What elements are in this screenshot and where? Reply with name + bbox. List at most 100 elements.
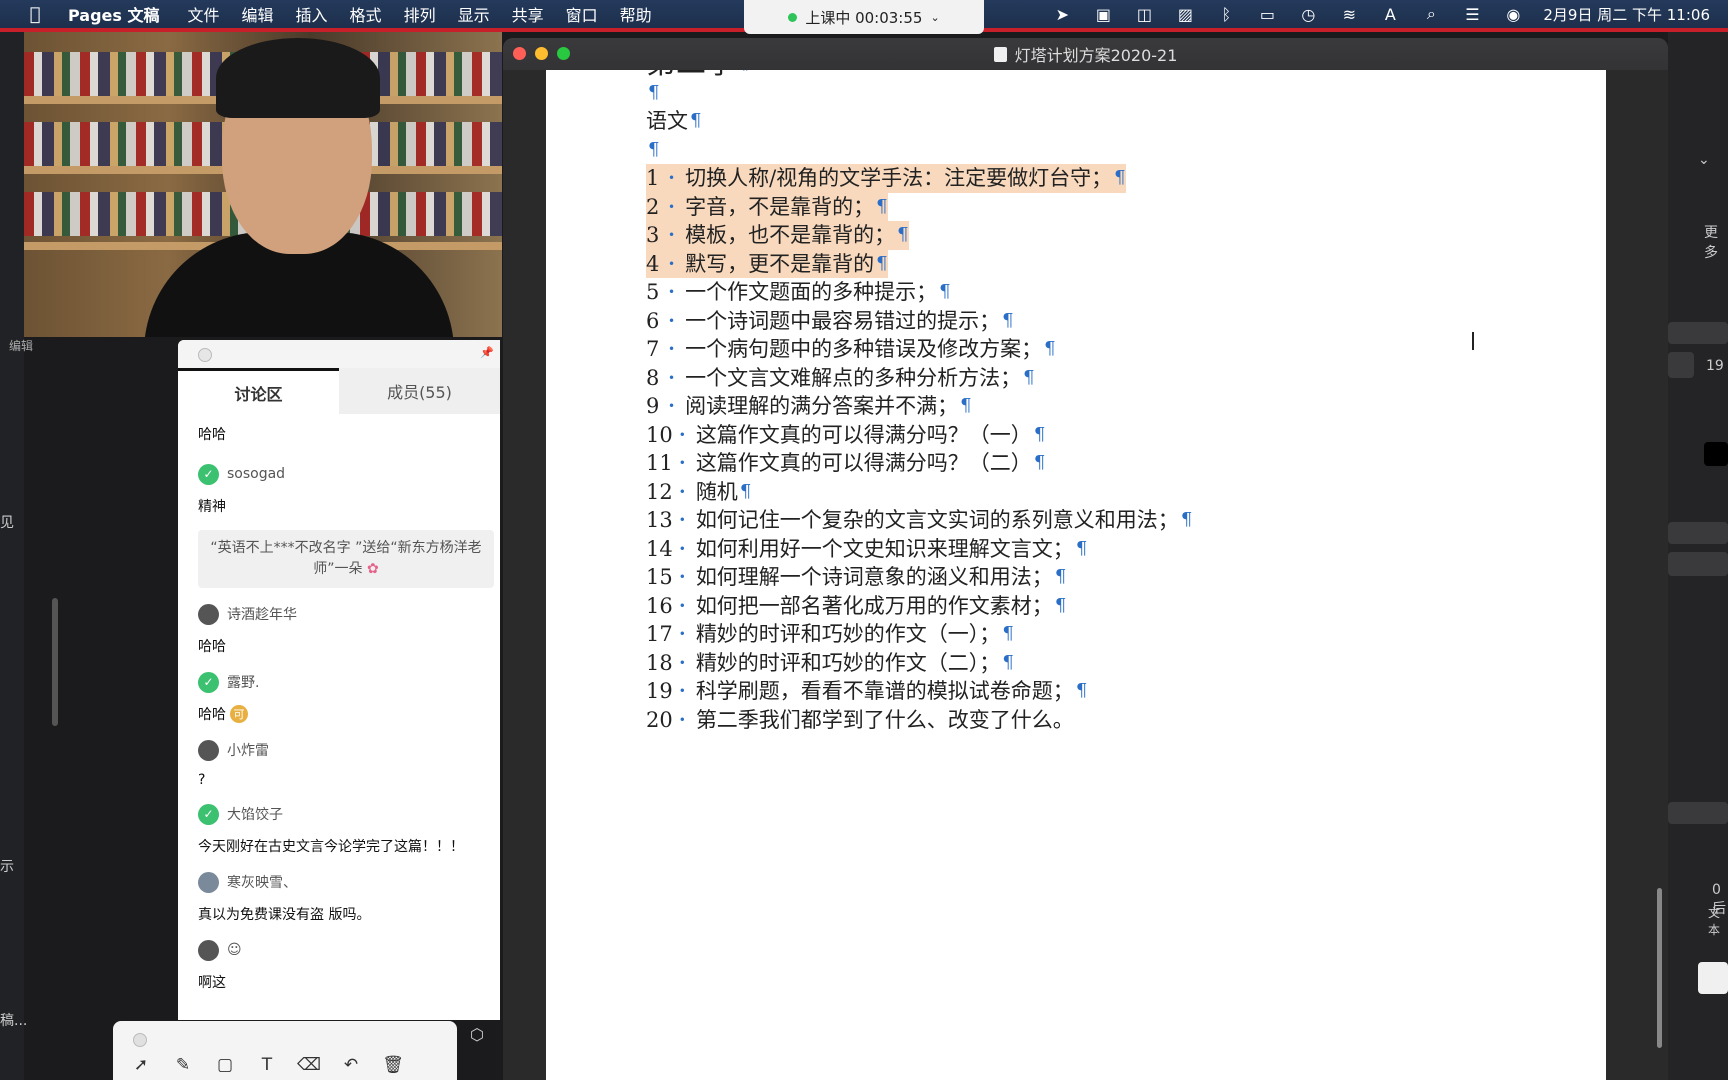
list-number: 2 (646, 194, 660, 219)
rectangle-icon[interactable]: ▢ (213, 1053, 237, 1077)
more-label[interactable]: 更多 (1704, 222, 1728, 262)
message-user: 诗酒趁年华 (227, 607, 297, 623)
siri-icon[interactable]: ◉ (1502, 5, 1524, 24)
menu-help[interactable]: 帮助 (620, 2, 652, 26)
menu-format[interactable]: 格式 (350, 2, 382, 26)
empty-paragraph[interactable]: ¶ (646, 136, 1192, 165)
chat-message: ✓ 大馅饺子 今天刚好在古史文言今论学完了这篇！！！ (198, 802, 500, 856)
list-bullet-icon: • (668, 199, 676, 214)
status-icons: ➤ ▣ ◫ ▨ ᛒ ▭ ◷ ≋ A ⌕ ☰ ◉ 2月9日 周二 下午 11:06 (1051, 0, 1710, 28)
list-item[interactable]: 7 • 一个病句题中的多种错误及修改方案； ¶ (646, 335, 1192, 364)
list-item[interactable]: 16 • 如何把一部名著化成万用的作文素材； ¶ (646, 592, 1192, 621)
message-text: 哈哈 (198, 427, 226, 443)
window-zoom-button[interactable] (557, 47, 570, 60)
wechat-avatar-icon: ✓ (198, 671, 219, 693)
undo-icon[interactable]: ↶ (339, 1053, 363, 1077)
list-number: 1 (646, 166, 660, 190)
mute-icon[interactable]: ▨ (1174, 5, 1196, 24)
pilcrow-icon: ¶ (1033, 452, 1046, 473)
select-arrow-icon[interactable]: ➚ (129, 1053, 153, 1077)
pilcrow-icon: ¶ (1054, 594, 1067, 616)
message-user: 小炸雷 (227, 743, 269, 759)
window-minimize-button[interactable] (535, 47, 548, 60)
list-item[interactable]: 18 • 精妙的时评和巧妙的作文（二）； ¶ (646, 649, 1192, 678)
empty-paragraph[interactable]: ¶ (646, 79, 1192, 108)
pen-icon[interactable]: ✎ (171, 1053, 195, 1077)
list-item[interactable]: 17 • 精妙的时评和巧妙的作文（一）； ¶ (646, 620, 1192, 649)
list-item-text: 精妙的时评和巧妙的作文（二）； (695, 650, 1001, 675)
notification-icon[interactable]: ▣ (1092, 5, 1114, 24)
list-number: 17 (646, 622, 673, 646)
document-page[interactable]: 第二季¶ ¶ 语文¶ ¶ 1•切换人称/视角的文学手法：注定要做灯台守；¶2•字… (546, 70, 1606, 1080)
wechat-avatar-icon: ✓ (198, 463, 219, 485)
text-tool-icon[interactable]: T (255, 1053, 279, 1077)
menu-app-name[interactable]: Pages 文稿 (68, 2, 160, 26)
menu-clock[interactable]: 2月9日 周二 下午 11:06 (1543, 4, 1710, 25)
list-item[interactable]: 20 • 第二季我们都学到了什么、改变了什么。 (646, 706, 1192, 735)
list-item[interactable]: 11 • 这篇作文真的可以得满分吗？（二） ¶ (646, 449, 1192, 478)
list-item[interactable]: 9 • 阅读理解的满分答案并不满； ¶ (646, 392, 1192, 421)
pin-icon[interactable]: 📌 (480, 346, 494, 359)
tab-members[interactable]: 成员(55) (339, 368, 500, 414)
toolbar-close-button[interactable] (133, 1033, 147, 1047)
input-source-icon[interactable]: A (1379, 5, 1401, 24)
list-style-button[interactable] (1668, 552, 1728, 576)
list-number: 8 (646, 365, 660, 390)
list-item[interactable]: 19 • 科学刷题，看看不靠谱的模拟试卷命题； ¶ (646, 677, 1192, 706)
list-item[interactable]: 15 • 如何理解一个诗词意象的涵义和用法； ¶ (646, 563, 1192, 592)
class-status-pill[interactable]: 上课中 00:03:55 ⌄ (744, 0, 984, 34)
pilcrow-icon: ¶ (1002, 309, 1014, 331)
list-item[interactable]: 4 • 默写，更不是靠背的 ¶ (646, 249, 1192, 278)
chat-close-button[interactable] (198, 348, 212, 362)
document-body[interactable]: 第二季¶ ¶ 语文¶ ¶ 1•切换人称/视角的文学手法：注定要做灯台守；¶2•字… (646, 70, 1192, 734)
doc-heading[interactable]: 第二季¶ (646, 70, 1192, 79)
menu-window[interactable]: 窗口 (566, 2, 598, 26)
window-titlebar[interactable]: 灯塔计划方案2020-21 (503, 38, 1668, 70)
trash-icon[interactable]: 🗑 (381, 1053, 405, 1077)
color-swatch[interactable] (1704, 442, 1728, 466)
battery-icon[interactable]: ▭ (1256, 5, 1278, 24)
list-item[interactable]: 2 • 字音，不是靠背的； ¶ (646, 192, 1192, 221)
tab-discussion[interactable]: 讨论区 (178, 368, 339, 414)
toolbar-settings-icon[interactable]: ⬡ (470, 1025, 492, 1047)
menu-edit[interactable]: 编辑 (242, 2, 274, 26)
chevron-down-icon[interactable]: ⌄ (1698, 152, 1710, 168)
window-close-button[interactable] (513, 47, 526, 60)
menu-arrange[interactable]: 排列 (404, 2, 436, 26)
eraser-icon[interactable]: ⌫ (297, 1053, 321, 1077)
menu-insert[interactable]: 插入 (296, 2, 328, 26)
list-item[interactable]: 8 • 一个文言文难解点的多种分析方法； ¶ (646, 364, 1192, 393)
location-icon[interactable]: ➤ (1051, 5, 1073, 24)
wifi-icon[interactable]: ≋ (1338, 5, 1360, 24)
chat-titlebar[interactable]: 📌 (178, 340, 500, 368)
list-item[interactable]: 14 • 如何利用好一个文史知识来理解文言文； ¶ (646, 535, 1192, 564)
bluetooth-icon[interactable]: ᛒ (1215, 5, 1237, 24)
list-item[interactable]: 1 • 切换人称/视角的文学手法：注定要做灯台守； ¶ (646, 164, 1192, 193)
list-item[interactable]: 13 • 如何记住一个复杂的文言文实词的系列意义和用法； ¶ (646, 506, 1192, 535)
window-scrollbar[interactable] (1657, 888, 1662, 1048)
font-size-value[interactable]: 19 (1706, 358, 1724, 374)
menu-file[interactable]: 文件 (188, 2, 220, 26)
menu-share[interactable]: 共享 (512, 2, 544, 26)
apple-icon[interactable]:  (24, 3, 46, 25)
list-item[interactable]: 6 • 一个诗词题中最容易错过的提示； ¶ (646, 307, 1192, 336)
chat-message: 寒灰映雪、 真以为免费课没有盗 版吗。 (198, 870, 500, 924)
time-machine-icon[interactable]: ◷ (1297, 5, 1319, 24)
left-scrollbar[interactable] (52, 598, 58, 726)
camera-icon[interactable]: ◫ (1133, 5, 1155, 24)
chat-message: ☺ 啊这 (198, 938, 500, 992)
text-style-icon[interactable] (1698, 962, 1728, 994)
list-item[interactable]: 10 • 这篇作文真的可以得满分吗？（一） ¶ (646, 421, 1192, 450)
list-item[interactable]: 3 • 模板，也不是靠背的； ¶ (646, 221, 1192, 250)
control-center-icon[interactable]: ☰ (1461, 5, 1483, 24)
list-item[interactable]: 5 • 一个作文题面的多种提示； ¶ (646, 278, 1192, 307)
chat-tabs: 讨论区 成员(55) (178, 368, 500, 414)
list-number: 16 (646, 593, 673, 618)
menu-view[interactable]: 显示 (458, 2, 490, 26)
list-item-text: 一个病句题中的多种错误及修改方案； (685, 337, 1043, 361)
doc-subject[interactable]: 语文 ¶ (646, 107, 1192, 136)
pilcrow-icon: ¶ (960, 395, 972, 416)
list-item[interactable]: 12 • 随机 ¶ (646, 478, 1192, 507)
search-icon[interactable]: ⌕ (1420, 4, 1442, 23)
stepper-button[interactable] (1668, 352, 1694, 378)
